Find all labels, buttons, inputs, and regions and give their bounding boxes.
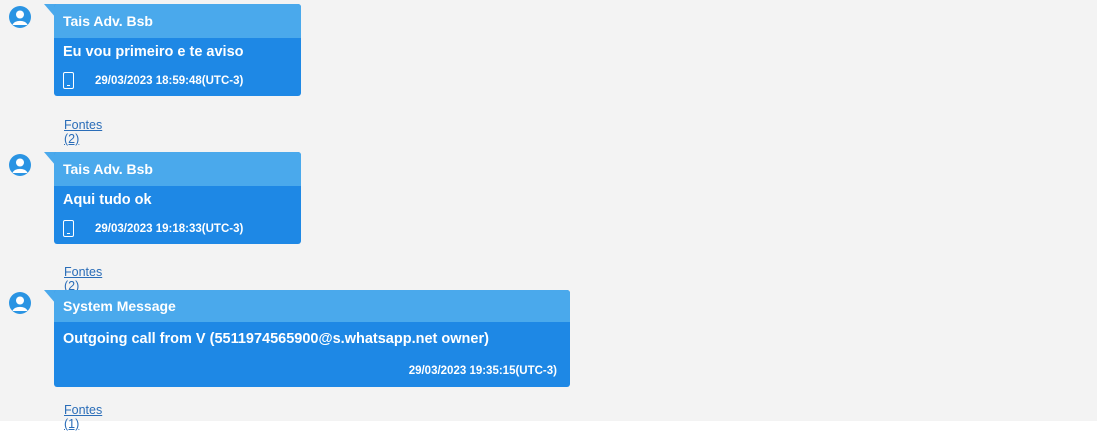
- user-avatar-icon: [9, 6, 31, 28]
- sources-link[interactable]: Fontes (2): [64, 118, 102, 146]
- message-timestamp: 29/03/2023 19:18:33(UTC-3): [95, 223, 244, 235]
- sender-name: Tais Adv. Bsb: [54, 152, 301, 186]
- message-bubble: System Message Outgoing call from V (551…: [54, 290, 570, 387]
- sources-link[interactable]: Fontes (1): [64, 403, 102, 431]
- message-bubble: Tais Adv. Bsb Aqui tudo ok 29/03/2023 19…: [54, 152, 301, 244]
- phone-icon: [63, 72, 74, 89]
- user-avatar-icon: [9, 154, 31, 176]
- message-timestamp: 29/03/2023 18:59:48(UTC-3): [95, 75, 244, 87]
- right-margin: [1097, 0, 1115, 421]
- phone-icon: [63, 220, 74, 237]
- message-text: Aqui tudo ok: [63, 192, 152, 208]
- sender-name: System Message: [54, 290, 570, 322]
- message-text: Eu vou primeiro e te aviso: [63, 44, 244, 60]
- message-timestamp: 29/03/2023 19:35:15(UTC-3): [408, 365, 557, 377]
- sender-name: Tais Adv. Bsb: [54, 4, 301, 38]
- sources-link[interactable]: Fontes (2): [64, 265, 102, 293]
- message-text: Outgoing call from V (5511974565900@s.wh…: [63, 331, 489, 347]
- message-footer: 29/03/2023 19:35:15(UTC-3): [54, 356, 570, 387]
- message-footer: 29/03/2023 19:18:33(UTC-3): [54, 214, 301, 244]
- message-footer: 29/03/2023 18:59:48(UTC-3): [54, 66, 301, 96]
- message-bubble: Tais Adv. Bsb Eu vou primeiro e te aviso…: [54, 4, 301, 96]
- user-avatar-icon: [9, 292, 31, 314]
- chat-panel: Tais Adv. Bsb Eu vou primeiro e te aviso…: [0, 0, 1097, 431]
